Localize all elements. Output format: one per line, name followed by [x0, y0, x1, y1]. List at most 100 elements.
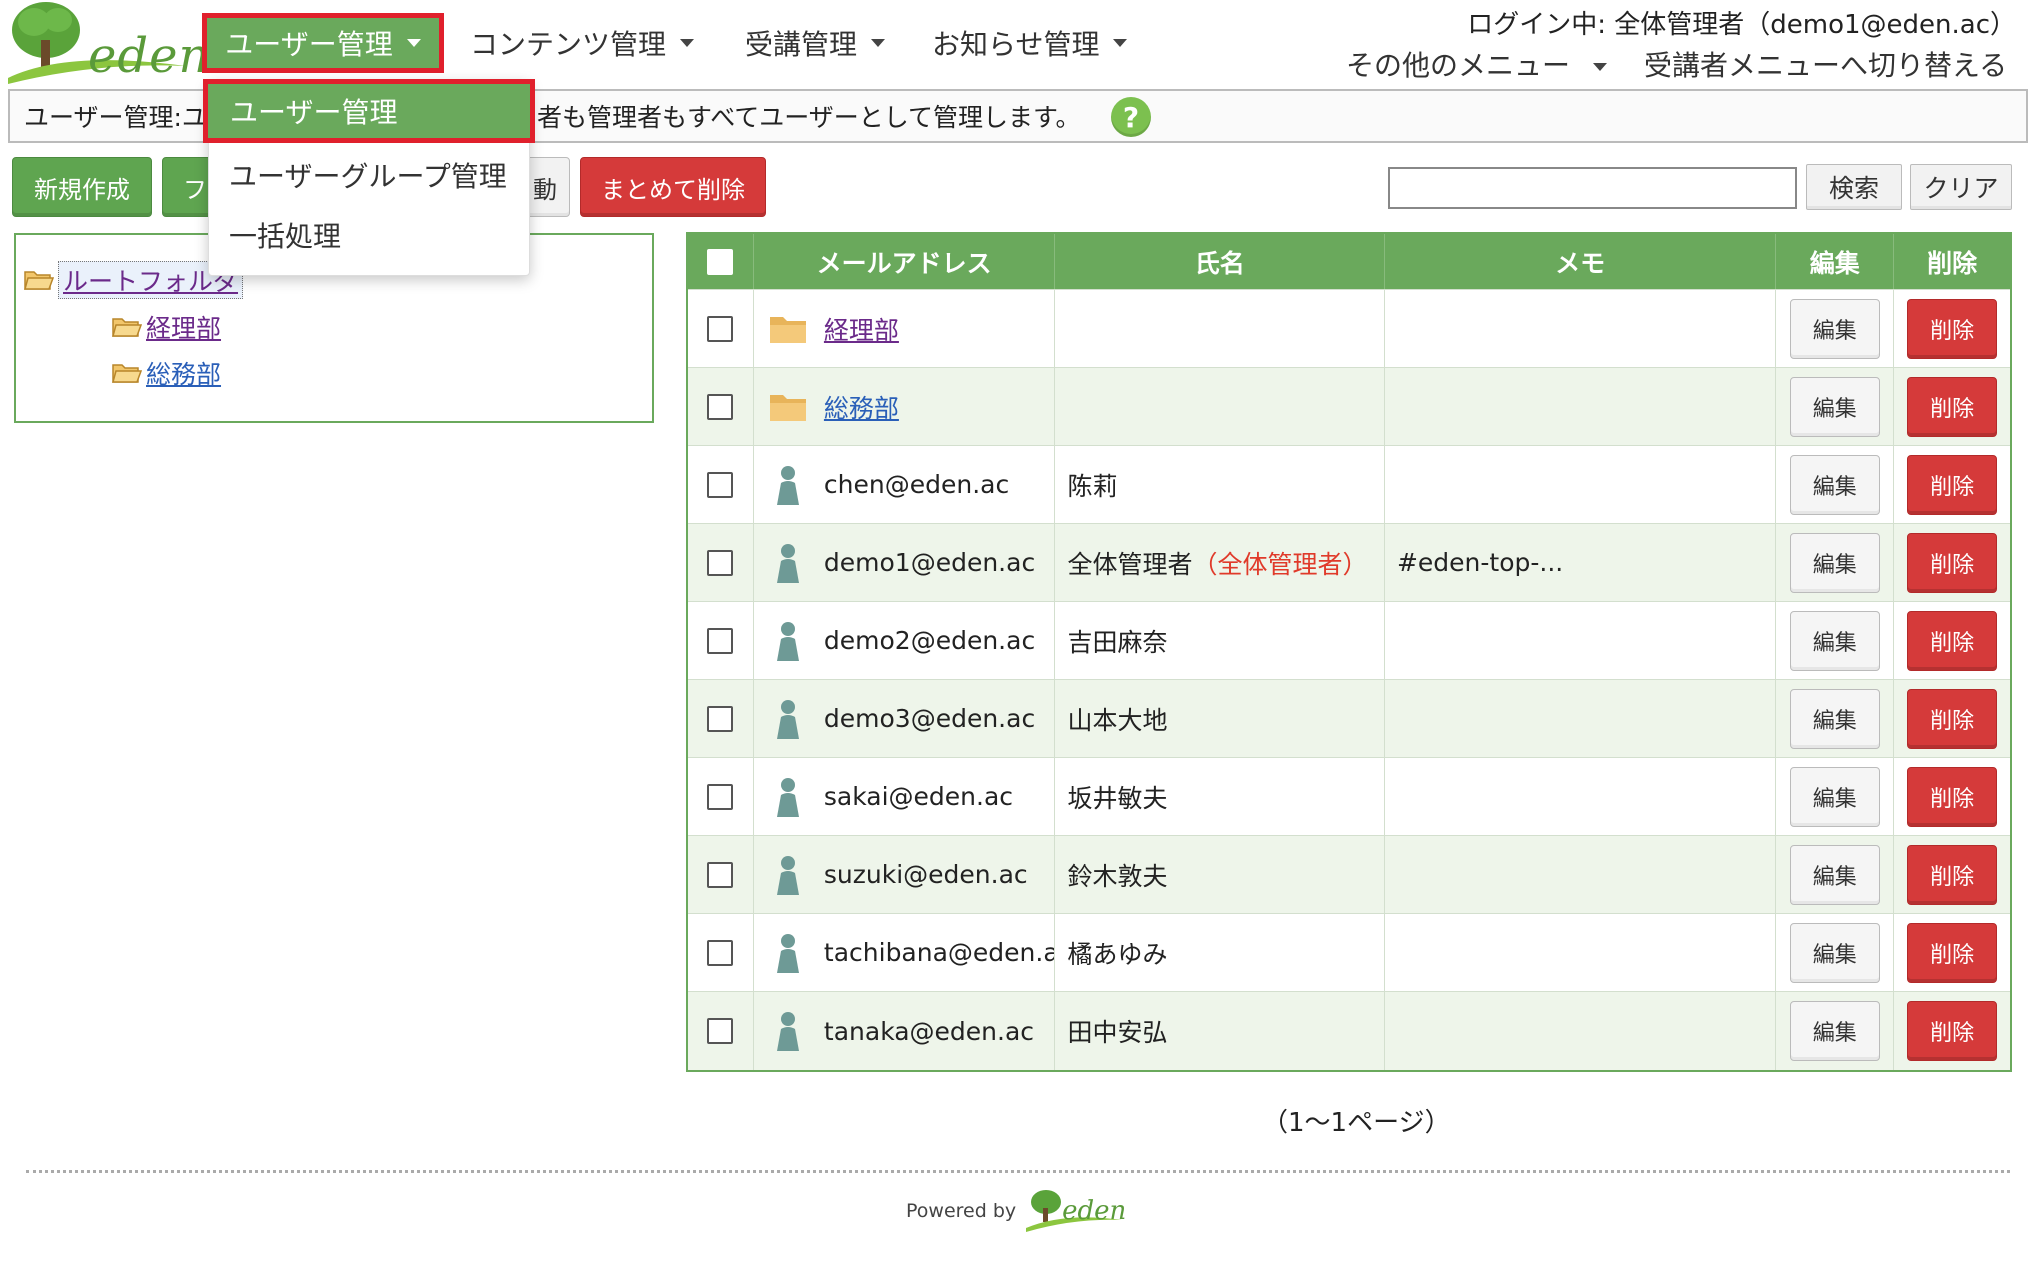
new-button[interactable]: 新規作成: [12, 157, 152, 217]
edit-button[interactable]: 編集: [1789, 844, 1880, 905]
edit-cell: 編集: [1776, 368, 1895, 445]
edit-button[interactable]: 編集: [1789, 766, 1880, 827]
edit-button[interactable]: 編集: [1789, 1001, 1880, 1061]
search-input[interactable]: [1388, 167, 1797, 209]
edit-button[interactable]: 編集: [1789, 376, 1880, 437]
delete-cell: 削除: [1894, 290, 2010, 367]
delete-button[interactable]: 削除: [1907, 688, 1998, 749]
table-row: 総務部 編集 削除: [688, 368, 2010, 446]
delete-cell: 削除: [1894, 602, 2010, 679]
delete-button[interactable]: 削除: [1907, 454, 1998, 515]
tree-item-general-affairs[interactable]: 総務部: [112, 355, 221, 391]
help-icon[interactable]: ?: [1111, 97, 1151, 137]
edit-cell: 編集: [1776, 680, 1895, 757]
row-select-cell: [688, 524, 754, 601]
user-email: tanaka@eden.ac: [823, 1016, 1035, 1046]
delete-cell: 削除: [1894, 368, 2010, 445]
delete-cell: 削除: [1894, 446, 2010, 523]
bulk-delete-button[interactable]: まとめて削除: [580, 157, 766, 217]
table-header-row: メールアドレス 氏名 メモ 編集 削除: [688, 234, 2010, 290]
nav-notice-management[interactable]: お知らせ管理: [932, 14, 1128, 72]
delete-button[interactable]: 削除: [1907, 610, 1998, 671]
mail-cell: 経理部: [754, 290, 1056, 367]
row-checkbox[interactable]: [707, 939, 734, 966]
edit-button[interactable]: 編集: [1789, 610, 1880, 671]
delete-cell: 削除: [1894, 992, 2010, 1070]
dropdown-item-batch-processing[interactable]: 一括処理: [209, 207, 529, 263]
clear-button[interactable]: クリア: [1910, 164, 2012, 210]
name-cell: [1055, 290, 1385, 367]
delete-button[interactable]: 削除: [1907, 532, 1998, 593]
table-row: demo2@eden.ac 吉田麻奈 編集 削除: [688, 602, 2010, 680]
edit-button[interactable]: 編集: [1789, 922, 1880, 983]
nav-content-management[interactable]: コンテンツ管理: [470, 14, 695, 72]
eden-logo[interactable]: eden: [6, 0, 209, 84]
row-select-cell: [688, 446, 754, 523]
footer-divider: [26, 1170, 2010, 1173]
footer-logo: eden: [1024, 1188, 1126, 1234]
delete-button[interactable]: 削除: [1907, 376, 1998, 437]
open-folder-icon: [112, 364, 142, 383]
delete-button[interactable]: 削除: [1907, 844, 1998, 905]
edit-button[interactable]: 編集: [1789, 688, 1880, 749]
search-button[interactable]: 検索: [1806, 164, 1902, 210]
caret-down-icon: [1592, 63, 1607, 71]
name-cell: 坂井敏夫: [1055, 758, 1385, 835]
select-all-checkbox[interactable]: [707, 248, 734, 275]
folder-link[interactable]: 経理部: [824, 311, 899, 347]
memo-cell: #eden-top-...: [1385, 524, 1777, 601]
dropdown-item-user-management[interactable]: ユーザー管理: [203, 79, 535, 143]
nav-other-menu[interactable]: その他のメニュー: [1346, 44, 1607, 84]
header-name: 氏名: [1055, 234, 1385, 289]
row-checkbox[interactable]: [707, 861, 734, 888]
nav-course-management[interactable]: 受講管理: [745, 14, 886, 72]
caret-down-icon: [680, 39, 695, 47]
edit-cell: 編集: [1776, 446, 1895, 523]
nav-switch-learner-menu[interactable]: 受講者メニューへ切り替える: [1644, 44, 2007, 84]
row-checkbox[interactable]: [707, 315, 734, 342]
row-checkbox[interactable]: [707, 1018, 734, 1044]
delete-button[interactable]: 削除: [1907, 766, 1998, 827]
table-row: demo1@eden.ac 全体管理者 （全体管理者） #eden-top-... 編集…: [688, 524, 2010, 602]
header-memo: メモ: [1385, 234, 1777, 289]
delete-cell: 削除: [1894, 914, 2010, 991]
user-icon: [776, 621, 799, 661]
delete-cell: 削除: [1894, 758, 2010, 835]
mail-cell: 総務部: [754, 368, 1056, 445]
delete-button[interactable]: 削除: [1907, 298, 1998, 359]
user-icon: [776, 1012, 799, 1051]
user-email: demo3@eden.ac: [823, 704, 1036, 733]
memo-cell: [1385, 290, 1777, 367]
delete-cell: 削除: [1894, 524, 2010, 601]
nav-other-menu-label: その他のメニュー: [1346, 49, 1571, 82]
row-checkbox[interactable]: [707, 705, 734, 732]
tree-link-accounting[interactable]: 経理部: [146, 309, 221, 345]
pager: （1～1ページ）: [1262, 1108, 1451, 1138]
edit-button[interactable]: 編集: [1789, 454, 1880, 515]
row-checkbox[interactable]: [707, 627, 734, 654]
user-icon: [776, 855, 799, 895]
dropdown-item-user-group-management[interactable]: ユーザーグループ管理: [209, 147, 529, 203]
row-checkbox[interactable]: [707, 471, 734, 498]
row-select-cell: [688, 758, 754, 835]
delete-cell: 削除: [1894, 836, 2010, 913]
folder-link[interactable]: 総務部: [824, 389, 899, 425]
delete-button[interactable]: 削除: [1907, 1001, 1998, 1061]
mail-cell: tanaka@eden.ac: [754, 992, 1056, 1070]
folder-icon: [769, 394, 806, 421]
memo-cell: [1385, 368, 1777, 445]
row-checkbox[interactable]: [707, 549, 734, 576]
nav-user-management[interactable]: ユーザー管理: [202, 13, 444, 73]
edit-button[interactable]: 編集: [1789, 532, 1880, 593]
user-email: demo2@eden.ac: [823, 626, 1036, 655]
row-checkbox[interactable]: [707, 393, 734, 420]
memo-cell: [1385, 446, 1777, 523]
row-checkbox[interactable]: [707, 783, 734, 810]
tree-link-general-affairs[interactable]: 総務部: [146, 355, 221, 391]
delete-button[interactable]: 削除: [1907, 922, 1998, 983]
name-cell: 陈莉: [1055, 446, 1385, 523]
table-body: 経理部 編集 削除 総務部 編集 削除 chen@eden.ac 陈莉 編集 削除 demo1@ed…: [688, 290, 2010, 1070]
user-name: 橘あゆみ: [1067, 939, 1168, 969]
edit-button[interactable]: 編集: [1789, 298, 1880, 359]
tree-item-accounting[interactable]: 経理部: [112, 309, 221, 345]
